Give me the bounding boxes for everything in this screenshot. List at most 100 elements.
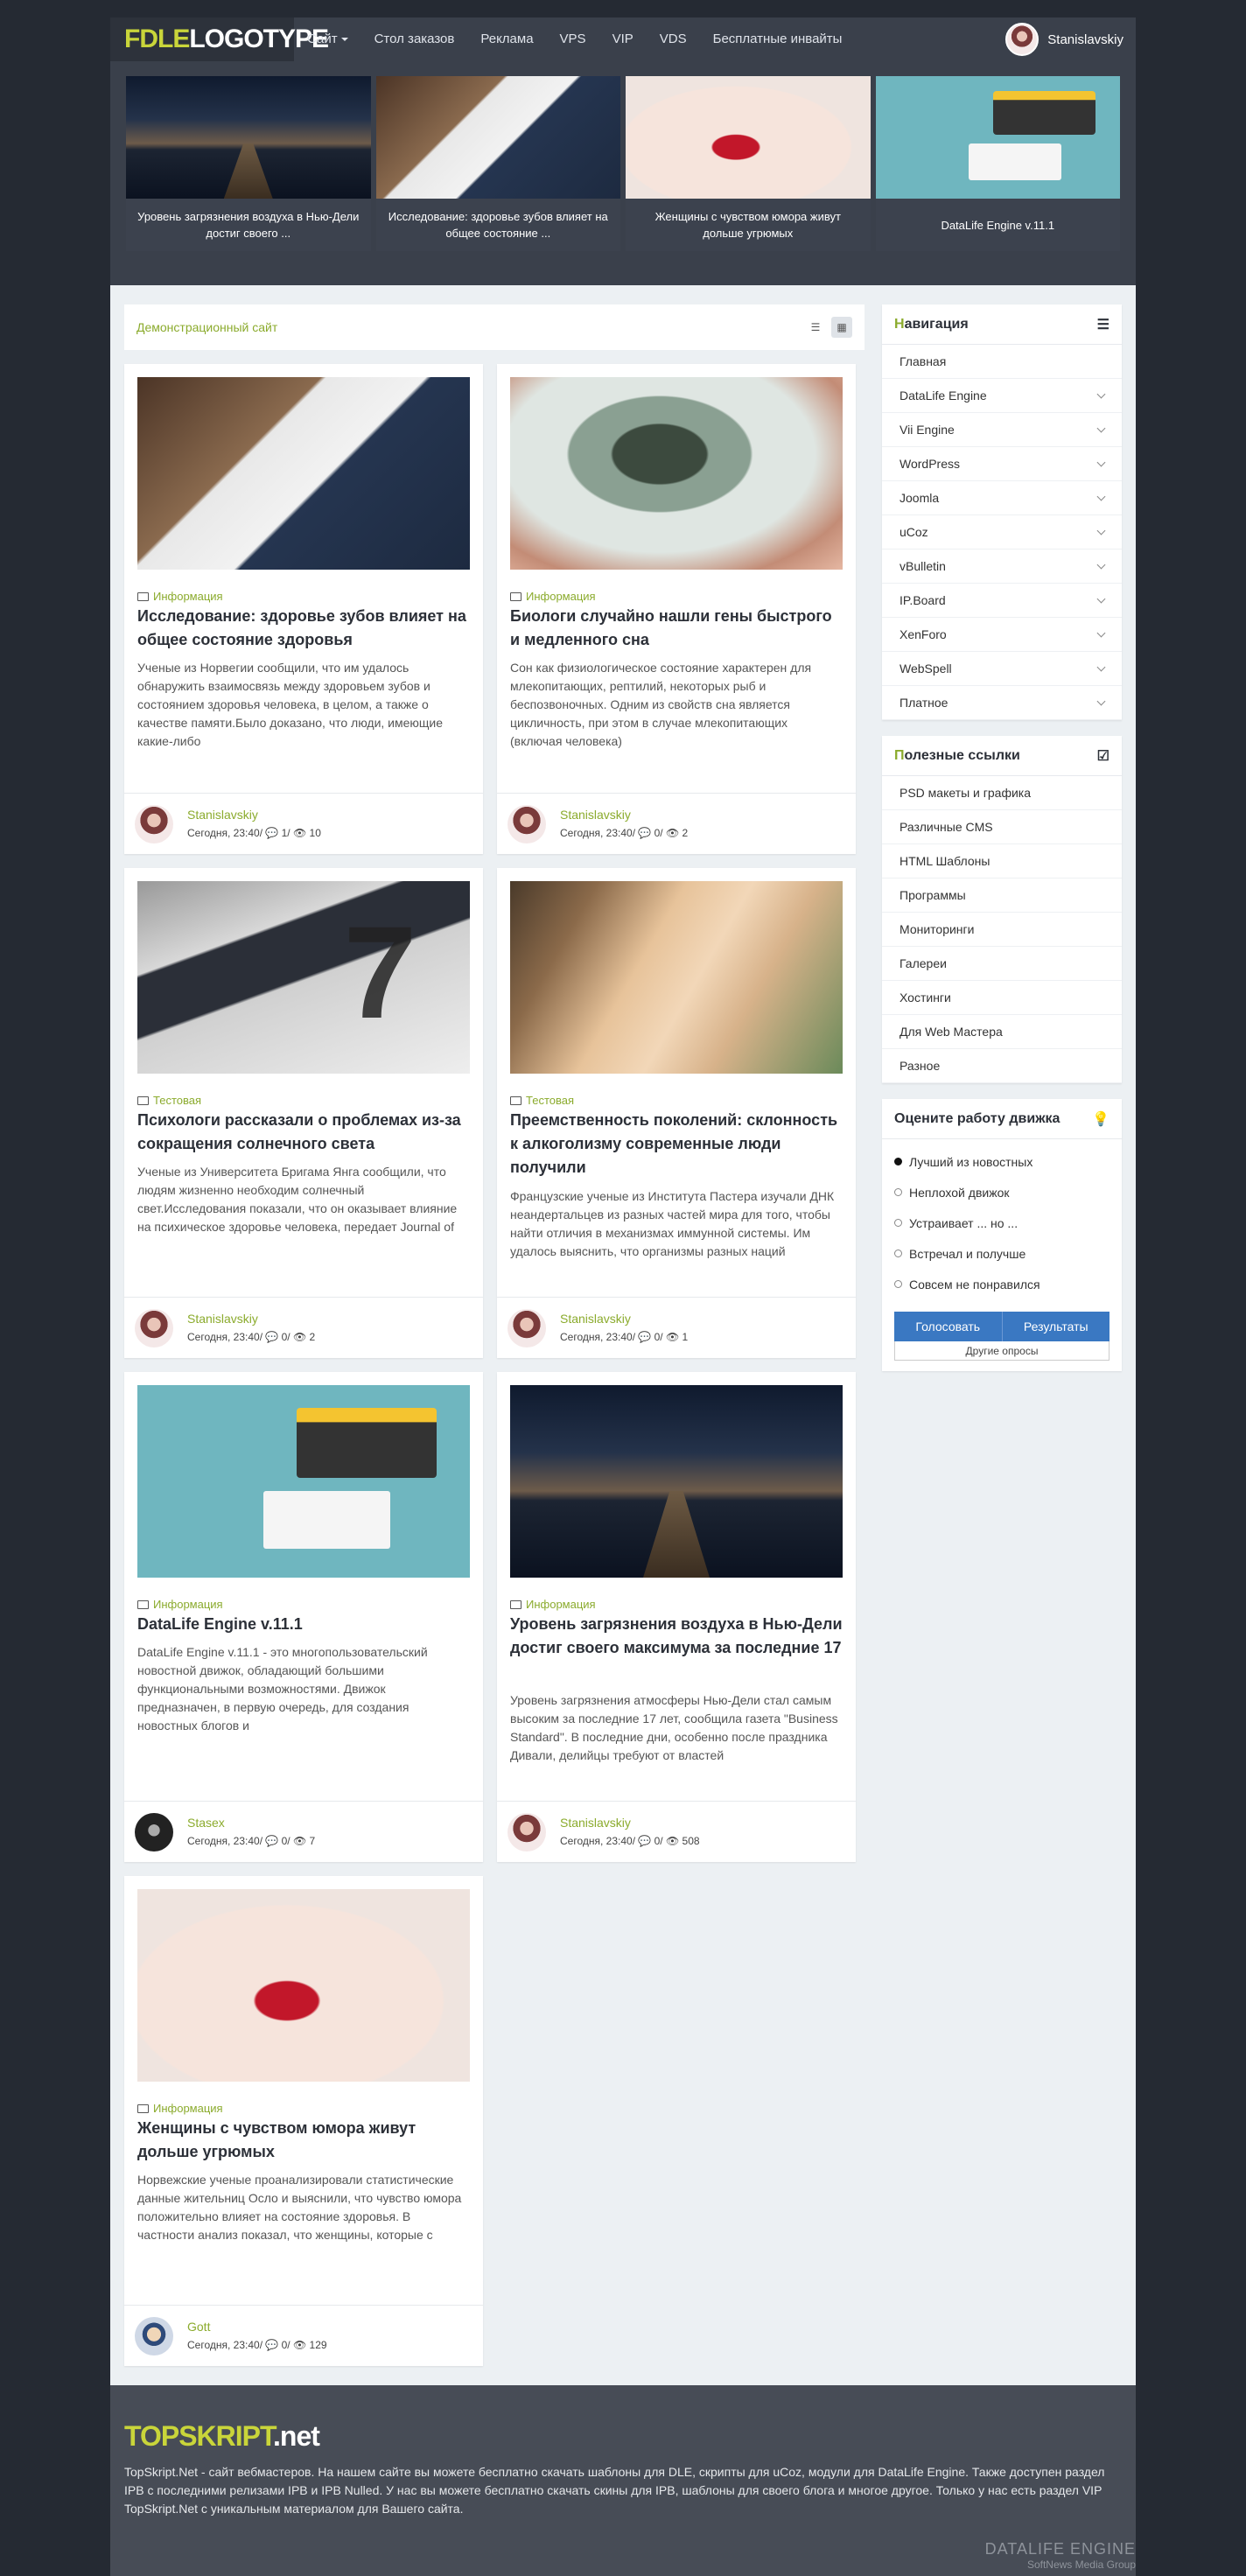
slide-item[interactable]: Исследование: здоровье зубов влияет на о… [375,76,620,251]
other-polls-link[interactable]: Другие опросы [894,1341,1110,1361]
author-name[interactable]: Stanislavskiy [187,1312,315,1326]
menu-item-vps[interactable]: VPS [547,18,599,61]
menu-item-invites[interactable]: Бесплатные инвайты [700,18,856,61]
nav-box: Навигация ☰ Главная DataLife Engine Vii E… [882,304,1122,720]
nav-item[interactable]: Vii Engine [882,413,1122,447]
content-column: Демонстрационный сайт ☰ ▦ Информация Исс… [124,304,864,2366]
radio[interactable] [894,1188,902,1196]
article-title[interactable]: Уровень загрязнения воздуха в Нью-Дели д… [510,1613,843,1660]
article-title[interactable]: Биологи случайно нашли гены быстрого и м… [510,605,843,652]
article-title[interactable]: Психологи рассказали о проблемах из-за с… [137,1109,470,1156]
link-item[interactable]: Различные CMS [882,810,1122,844]
main-area: Демонстрационный сайт ☰ ▦ Информация Исс… [110,285,1136,2385]
link-item[interactable]: Для Web Мастера [882,1015,1122,1049]
nav-item[interactable]: DataLife Engine [882,379,1122,413]
nav-item[interactable]: WebSpell [882,652,1122,686]
slide-item[interactable]: Уровень загрязнения воздуха в Нью-Дели д… [126,76,371,251]
radio[interactable] [894,1250,902,1257]
slide-item[interactable]: DataLife Engine v.11.1 [875,76,1120,251]
breadcrumb-link[interactable]: Демонстрационный сайт [136,320,277,334]
link-item[interactable]: Галереи [882,947,1122,981]
site-logo[interactable]: FDLE LOGOTYPE [110,18,329,61]
article-category[interactable]: Тестовая [510,1094,574,1107]
author-name[interactable]: Stanislavskiy [560,1816,700,1830]
poll-option[interactable]: Совсем не понравился [894,1269,1110,1299]
article-excerpt: Уровень загрязнения атмосферы Нью-Дели с… [510,1693,838,1762]
article-title[interactable]: Преемственность поколений: склонность к … [510,1109,843,1180]
author-avatar[interactable] [508,1812,546,1852]
article-image[interactable] [137,1385,470,1578]
nav-item[interactable]: IP.Board [882,584,1122,618]
folder-icon [510,1600,522,1609]
author-name[interactable]: Gott [187,2320,327,2334]
article-image[interactable] [510,377,843,570]
nav-item[interactable]: vBulletin [882,550,1122,584]
slide-image [875,76,1120,199]
top-navbar: FDLE LOGOTYPE Сайт Стол заказов Реклама V… [110,18,1136,61]
author-avatar[interactable] [508,804,546,844]
radio[interactable] [894,1280,902,1288]
article-image[interactable] [137,377,470,570]
link-item[interactable]: HTML Шаблоны [882,844,1122,878]
link-item[interactable]: Хостинги [882,981,1122,1015]
list-icon[interactable]: ☰ [805,317,826,338]
author-avatar[interactable] [508,1308,546,1348]
author-name[interactable]: Stanislavskiy [560,1312,688,1326]
article-image[interactable] [510,1385,843,1578]
lightbulb-icon: 💡 [1092,1111,1110,1127]
nav-item[interactable]: Joomla [882,481,1122,515]
link-item[interactable]: PSD макеты и графика [882,776,1122,810]
author-name[interactable]: Stasex [187,1816,315,1830]
menu-item-site[interactable]: Сайт [294,18,361,61]
poll-option[interactable]: Устраивает ... но ... [894,1208,1110,1238]
article-title[interactable]: Исследование: здоровье зубов влияет на о… [137,605,470,652]
author-avatar[interactable] [135,804,173,844]
article-category[interactable]: Тестовая [137,1094,201,1107]
results-button[interactable]: Результаты [1001,1312,1110,1341]
menu-item-vip[interactable]: VIP [599,18,647,61]
article-category[interactable]: Информация [510,1598,596,1611]
article-category[interactable]: Информация [137,1598,223,1611]
article-footer: Stasex Сегодня, 23:40/ 💬 0/ 👁 7 [124,1801,483,1862]
article-image[interactable] [137,1889,470,2082]
poll-option[interactable]: Лучший из новостных [894,1146,1110,1177]
article-meta: Сегодня, 23:40/ 💬 0/ 👁 2 [187,1330,316,1343]
nav-item[interactable]: Платное [882,686,1122,720]
article-title[interactable]: Женщины с чувством юмора живут дольше уг… [137,2117,470,2164]
nav-item[interactable]: WordPress [882,447,1122,481]
author-avatar[interactable] [135,1812,173,1852]
nav-item[interactable]: XenForo [882,618,1122,652]
poll-option[interactable]: Встречал и получше [894,1238,1110,1269]
author-avatar[interactable] [135,2316,173,2356]
article-category[interactable]: Информация [510,590,596,603]
link-item[interactable]: Программы [882,878,1122,913]
nav-item[interactable]: uCoz [882,515,1122,550]
radio-selected[interactable] [894,1158,902,1166]
menu-item-orders[interactable]: Стол заказов [361,18,468,61]
author-avatar[interactable] [135,1308,173,1348]
author-name[interactable]: Stanislavskiy [187,808,321,822]
grid-icon[interactable]: ▦ [831,317,852,338]
article-category[interactable]: Информация [137,590,223,603]
vote-button[interactable]: Голосовать [894,1312,1002,1341]
view-switcher: ☰ ▦ [805,317,852,338]
user-menu[interactable]: Stanislavskiy [1005,18,1124,61]
link-item[interactable]: Разное [882,1049,1122,1083]
menu-item-vds[interactable]: VDS [647,18,700,61]
hamburger-icon[interactable]: ☰ [1097,316,1110,333]
article-excerpt: Ученые из Университета Бригама Янга сооб… [137,1165,458,1234]
link-item[interactable]: Мониторинги [882,913,1122,947]
menu-item-ads[interactable]: Реклама [467,18,546,61]
slide-item[interactable]: Женщины с чувством юмора живут дольше уг… [626,76,871,251]
poll-option[interactable]: Неплохой движок [894,1177,1110,1208]
folder-icon [137,592,149,601]
author-name[interactable]: Stanislavskiy [560,808,688,822]
article-image[interactable] [510,881,843,1074]
article-category[interactable]: Информация [137,2102,223,2115]
radio[interactable] [894,1219,902,1227]
article-card: Тестовая Преемственность поколений: скло… [497,868,856,1358]
nav-item[interactable]: Главная [882,345,1122,379]
article-title[interactable]: DataLife Engine v.11.1 [137,1613,470,1636]
article-image[interactable] [137,881,470,1074]
footer-logo[interactable]: TOPSKRIPT.net [124,2420,1122,2453]
